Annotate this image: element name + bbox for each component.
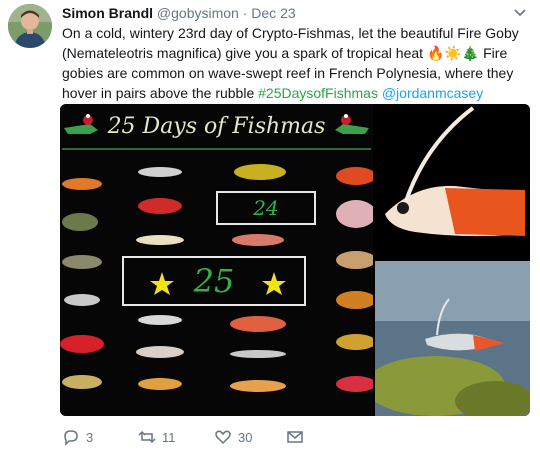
fire-goby-photo-top[interactable]	[375, 104, 530, 259]
direct-message-button[interactable]	[286, 428, 304, 446]
chevron-down-icon[interactable]	[512, 6, 528, 20]
retweet-button[interactable]: 11	[138, 428, 176, 446]
header-separator: ·	[242, 5, 248, 21]
day-24-box: 24	[216, 191, 316, 225]
like-button[interactable]: 30	[214, 428, 252, 446]
author-name[interactable]: Simon Brandl	[62, 5, 153, 21]
retweet-count: 11	[162, 429, 176, 445]
author-handle[interactable]: @gobysimon	[157, 5, 239, 21]
poster-title: 25 Days of Fishmas	[107, 114, 326, 139]
avatar[interactable]	[8, 4, 52, 48]
hashtag-link[interactable]: #25DaysofFishmas	[258, 85, 378, 101]
poster-image[interactable]: 25 Days of Fishmas 24 25	[60, 104, 373, 416]
tweet-header: Simon Brandl @gobysimon · Dec 23	[62, 4, 296, 22]
tweet-media[interactable]: 25 Days of Fishmas 24 25	[60, 104, 530, 416]
reply-count: 3	[86, 429, 94, 445]
avatar-photo	[8, 4, 52, 48]
fire-goby-photo-reef[interactable]	[365, 261, 530, 416]
fire-goby-closeup	[375, 104, 530, 259]
like-count: 30	[238, 429, 253, 445]
envelope-icon	[287, 431, 303, 443]
day-25-box: 25	[122, 256, 306, 306]
mention-link[interactable]: @jordanmcasey	[382, 85, 483, 101]
fire-goby-reef	[365, 261, 530, 416]
tweet-actions: 3 11 30	[62, 428, 532, 448]
reply-button[interactable]: 3	[62, 428, 93, 446]
reply-icon	[64, 430, 78, 446]
tweet-text: On a cold, wintery 23rd day of Crypto-Fi…	[62, 23, 532, 103]
retweet-icon	[138, 430, 156, 444]
tweet-date[interactable]: Dec 23	[251, 5, 295, 21]
heart-icon	[215, 430, 231, 445]
